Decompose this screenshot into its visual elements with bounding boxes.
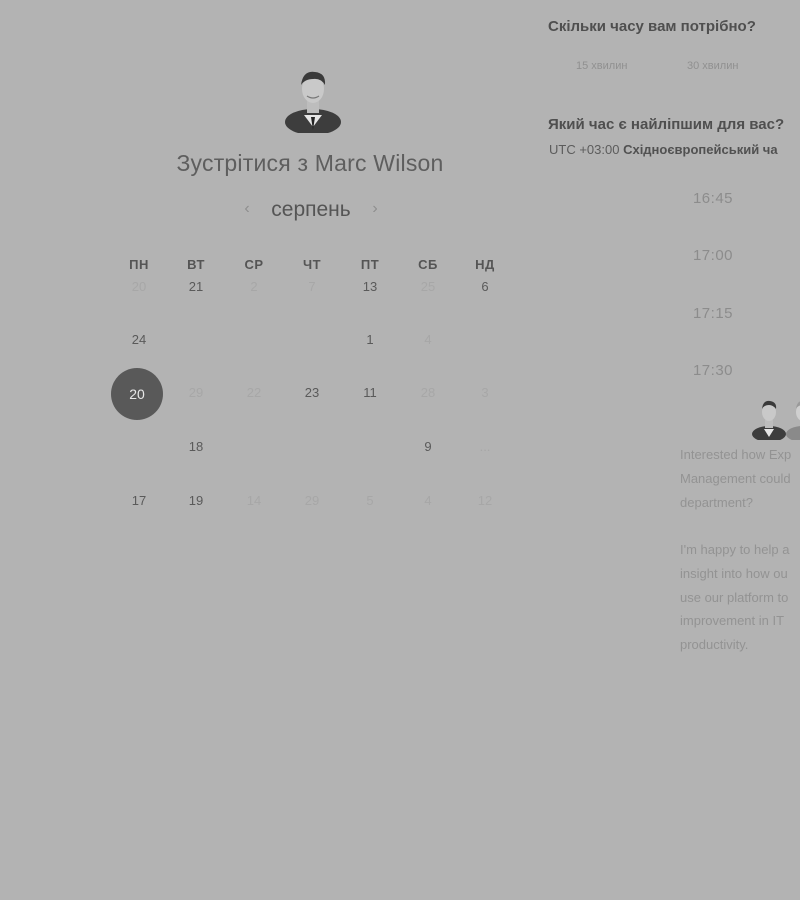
time-slot[interactable]: 17:15 [690,305,736,322]
description-line: use our platform to [680,589,789,605]
host-avatar-small [752,400,786,440]
description-line: department? [680,494,753,510]
timezone-name: Східноєвропейський ча [623,142,778,157]
calendar-day[interactable]: 18 [170,427,222,467]
calendar-day[interactable]: 11 [344,373,396,413]
calendar-day[interactable]: 24 [113,320,165,360]
calendar-day[interactable]: 13 [344,267,396,307]
duration-question: Скільки часу вам потрібно? [548,18,756,35]
calendar-day[interactable]: 14 [228,481,280,521]
calendar-day[interactable]: ... [459,427,511,467]
month-navigation: ‹ серпень › [230,196,390,226]
calendar-day[interactable]: 19 [170,481,222,521]
calendar-day[interactable]: 29 [286,481,338,521]
calendar-day[interactable]: 9 [402,427,454,467]
guest-avatar-small [786,401,800,440]
calendar-day[interactable]: 5 [344,481,396,521]
calendar-day[interactable]: 1 [344,320,396,360]
calendar-day[interactable]: 25 [402,267,454,307]
calendar-day[interactable]: 6 [459,267,511,307]
chevron-right-icon[interactable]: › [366,198,384,220]
calendar-day[interactable]: 22 [228,373,280,413]
description-paragraph-2: I'm happy to help a insight into how ou … [680,538,800,657]
calendar-day[interactable]: 4 [402,481,454,521]
calendar-day[interactable]: 12 [459,481,511,521]
calendar-day[interactable]: 17 [113,481,165,521]
calendar-day[interactable]: 7 [286,267,338,307]
calendar-day[interactable]: 2 [228,267,280,307]
calendar-day[interactable]: 20 [113,267,165,307]
selected-day[interactable]: 20 [111,368,163,420]
description-line: I'm happy to help a [680,542,790,557]
month-label: серпень [271,198,351,221]
timezone-offset: UTC +03:00 [549,142,620,157]
page-title: Зустрітися з Marc Wilson [176,150,444,176]
calendar-day[interactable]: 3 [459,373,511,413]
calendar-day[interactable]: 21 [170,267,222,307]
description-line: insight into how ou [680,565,788,581]
calendar-day[interactable]: 28 [402,373,454,413]
time-question: Який час є найліпшим для вас? [548,116,785,133]
description-line: productivity. [680,637,749,653]
time-slot[interactable]: 17:30 [690,362,736,379]
timezone-label[interactable]: UTC +03:00 Східноєвропейський ча [549,142,778,157]
host-avatar [285,71,341,133]
duration-option-15[interactable]: 15 хвилин [576,60,627,72]
description-paragraph-1: Interested how Exp Management could depa… [680,443,800,514]
description-line: Management could [680,470,791,486]
description-line: improvement in IT [680,613,785,629]
calendar-day[interactable]: 29 [170,373,222,413]
duration-option-30[interactable]: 30 хвилин [687,60,738,72]
time-slot[interactable]: 17:00 [690,247,736,264]
time-slot[interactable]: 16:45 [690,190,736,207]
chevron-left-icon[interactable]: ‹ [238,198,256,220]
calendar-day[interactable]: 23 [286,373,338,413]
calendar-day[interactable]: 4 [402,320,454,360]
description-line: Interested how Exp [680,447,792,462]
